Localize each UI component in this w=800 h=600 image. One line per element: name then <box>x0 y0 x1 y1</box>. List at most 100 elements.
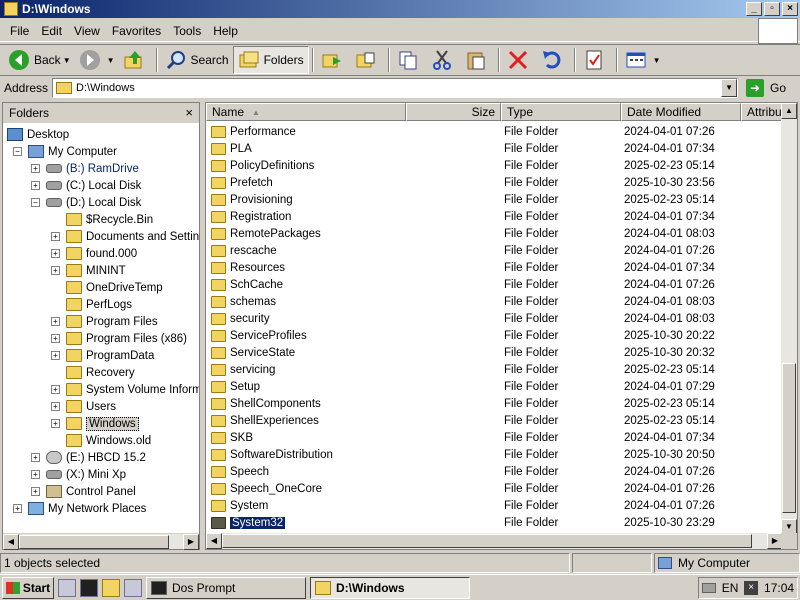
column-name[interactable]: Name ▲ <box>206 103 406 121</box>
expand-icon[interactable]: + <box>51 266 60 275</box>
address-dropdown-button[interactable]: ▼ <box>721 79 738 97</box>
tree-item[interactable]: − (D:) Local Disk <box>31 194 141 211</box>
forward-button[interactable]: ▼ <box>75 46 119 74</box>
table-row[interactable]: ShellComponents File Folder 2025-02-23 05:… <box>206 395 783 412</box>
taskbar-item-dos-prompt[interactable]: Dos Prompt <box>146 576 306 599</box>
folders-button[interactable]: Folders <box>232 46 309 74</box>
clock[interactable]: 17:04 <box>764 581 794 595</box>
paste-button[interactable] <box>461 46 495 74</box>
table-row[interactable]: RemotePackages File Folder 2024-04-01 08:0… <box>206 225 783 242</box>
scroll-left-button[interactable]: ◀ <box>206 533 222 549</box>
scroll-thumb[interactable] <box>222 534 752 548</box>
expand-icon[interactable]: + <box>51 249 60 258</box>
table-row[interactable]: System File Folder 2024-04-01 07:26 <box>206 497 783 514</box>
table-row[interactable]: Speech File Folder 2024-04-01 07:26 <box>206 463 783 480</box>
tree-item[interactable]: + (B:) RamDrive <box>31 160 139 177</box>
scroll-left-button[interactable]: ◀ <box>3 534 19 550</box>
table-row[interactable]: ServiceProfiles File Folder 2025-10-30 20:… <box>206 327 783 344</box>
vertical-scrollbar[interactable]: ▲ ▼ <box>781 103 797 535</box>
views-button[interactable]: ▼ <box>621 46 665 74</box>
tree-item[interactable]: + Documents and Settings <box>51 228 199 245</box>
chevron-down-icon[interactable]: ▼ <box>107 56 115 65</box>
quicklaunch-show-desktop-icon[interactable] <box>124 578 142 597</box>
horizontal-scrollbar[interactable]: ◀ ▶ <box>3 533 199 550</box>
collapse-icon[interactable]: − <box>13 147 22 156</box>
table-row[interactable]: PolicyDefinitions File Folder 2025-02-23 0… <box>206 157 783 174</box>
maximize-button[interactable]: ▫ <box>764 2 780 16</box>
expand-icon[interactable]: + <box>31 470 40 479</box>
properties-button[interactable] <box>579 46 613 74</box>
scroll-up-button[interactable]: ▲ <box>781 103 797 119</box>
tree-item[interactable]: + Program Files (x86) <box>51 330 187 347</box>
start-button[interactable]: Start <box>2 576 54 599</box>
expand-icon[interactable]: + <box>31 453 40 462</box>
back-button[interactable]: Back ▼ <box>4 46 75 74</box>
table-row[interactable]: schemas File Folder 2024-04-01 08:03 <box>206 293 783 310</box>
search-button[interactable]: Search <box>161 46 233 74</box>
undo-button[interactable] <box>537 46 571 74</box>
expand-icon[interactable]: + <box>31 487 40 496</box>
copy-button[interactable] <box>393 46 427 74</box>
copy-to-button[interactable] <box>351 46 385 74</box>
tree-item[interactable]: + Control Panel <box>31 483 136 500</box>
scroll-thumb[interactable] <box>782 363 796 513</box>
table-row[interactable]: Speech_OneCore File Folder 2024-04-01 07:2… <box>206 480 783 497</box>
table-row[interactable]: Resources File Folder 2024-04-01 07:34 <box>206 259 783 276</box>
expand-icon[interactable]: + <box>51 402 60 411</box>
expand-icon[interactable]: + <box>31 164 40 173</box>
tree-item[interactable]: + MININT <box>51 262 126 279</box>
column-type[interactable]: Type <box>501 103 621 121</box>
expand-icon[interactable]: + <box>51 334 60 343</box>
column-size[interactable]: Size <box>406 103 501 121</box>
tree-item[interactable]: + System Volume Informati <box>51 381 199 398</box>
table-row[interactable]: Performance File Folder 2024-04-01 07:26 <box>206 123 783 140</box>
table-row[interactable]: Registration File Folder 2024-04-01 07:34 <box>206 208 783 225</box>
table-row[interactable]: Provisioning File Folder 2025-02-23 05:14 <box>206 191 783 208</box>
close-icon[interactable]: × <box>185 105 193 120</box>
tree-item[interactable]: + ProgramData <box>51 347 154 364</box>
horizontal-scrollbar[interactable]: ◀ ▶ <box>206 533 783 549</box>
menu-favorites[interactable]: Favorites <box>106 24 167 38</box>
chevron-down-icon[interactable]: ▼ <box>653 56 661 65</box>
up-button[interactable] <box>119 46 153 74</box>
table-row[interactable]: SoftwareDistribution File Folder 2025-10-3… <box>206 446 783 463</box>
column-date-modified[interactable]: Date Modified <box>621 103 741 121</box>
cut-button[interactable] <box>427 46 461 74</box>
tree-item[interactable]: Recovery <box>51 364 135 381</box>
go-button[interactable]: ➜ Go <box>746 79 786 97</box>
taskbar-item-explorer[interactable]: D:\Windows <box>310 576 470 599</box>
tree-item[interactable]: $Recycle.Bin <box>51 211 153 228</box>
table-row[interactable]: rescache File Folder 2024-04-01 07:26 <box>206 242 783 259</box>
tree-item[interactable]: PerfLogs <box>51 296 132 313</box>
address-input[interactable]: D:\Windows ▼ <box>52 78 739 98</box>
table-row[interactable]: security File Folder 2024-04-01 08:03 <box>206 310 783 327</box>
tree-item[interactable]: + (X:) Mini Xp <box>31 466 126 483</box>
tree-item[interactable]: + Program Files <box>51 313 158 330</box>
expand-icon[interactable]: + <box>31 181 40 190</box>
network-disconnected-icon[interactable]: × <box>744 581 759 595</box>
quicklaunch-cmd-icon[interactable] <box>80 578 98 597</box>
menu-tools[interactable]: Tools <box>167 24 207 38</box>
minimize-button[interactable]: _ <box>746 2 762 16</box>
close-button[interactable]: × <box>782 2 798 16</box>
table-row[interactable]: ShellExperiences File Folder 2025-02-23 05… <box>206 412 783 429</box>
tree-item[interactable]: OneDriveTemp <box>51 279 163 296</box>
menu-edit[interactable]: Edit <box>35 24 68 38</box>
expand-icon[interactable]: + <box>51 232 60 241</box>
table-row[interactable]: servicing File Folder 2025-02-23 05:14 <box>206 361 783 378</box>
tree-item[interactable]: + Windows <box>51 415 139 432</box>
tree-item[interactable]: + found.000 <box>51 245 137 262</box>
table-row[interactable]: ServiceState File Folder 2025-10-30 20:32 <box>206 344 783 361</box>
column-attributes[interactable]: Attribut <box>741 103 785 121</box>
tree-item[interactable]: Desktop <box>7 126 69 143</box>
scroll-thumb[interactable] <box>19 535 169 549</box>
expand-icon[interactable]: + <box>51 317 60 326</box>
table-row[interactable]: SKB File Folder 2024-04-01 07:34 <box>206 429 783 446</box>
table-row[interactable]: PLA File Folder 2024-04-01 07:34 <box>206 140 783 157</box>
language-indicator[interactable]: EN <box>722 581 739 595</box>
table-row[interactable]: System32 File Folder 2025-10-30 23:29 <box>206 514 783 531</box>
table-row[interactable]: Setup File Folder 2024-04-01 07:29 <box>206 378 783 395</box>
table-row[interactable]: SchCache File Folder 2024-04-01 07:26 <box>206 276 783 293</box>
drive-tray-icon[interactable] <box>701 583 716 593</box>
delete-button[interactable] <box>503 46 537 74</box>
